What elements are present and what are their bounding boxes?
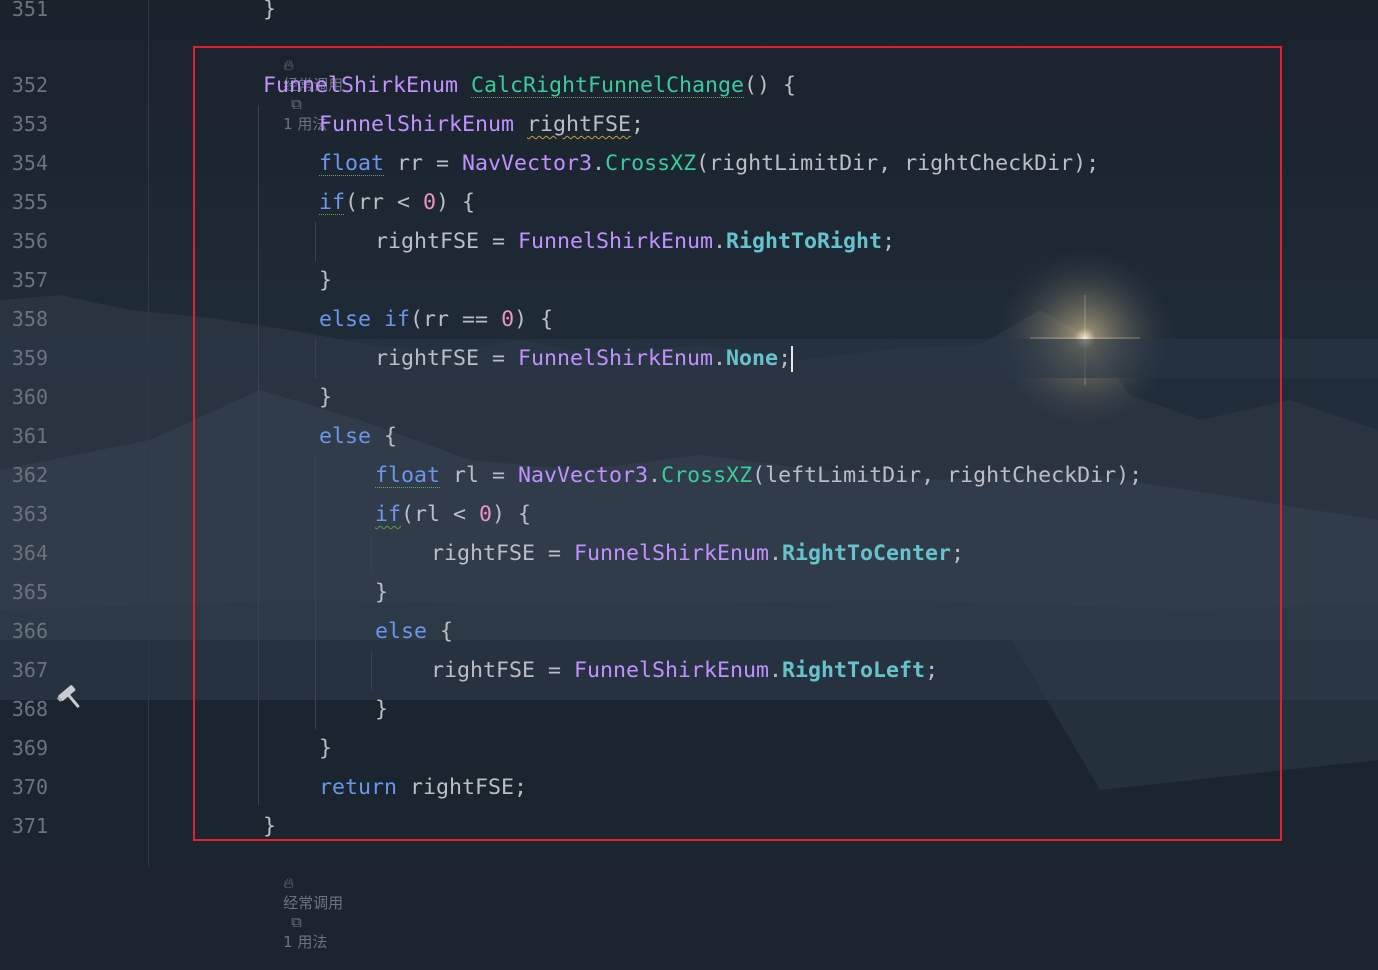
line-number: 361	[11, 424, 48, 448]
code-vision-hint[interactable]: 🔥︎ 经常调用 ⧉ 1 用法	[264, 856, 343, 970]
line-number: 357	[11, 268, 48, 292]
usage-count: 1 用法	[283, 933, 328, 951]
line-number: 356	[11, 229, 48, 253]
link-icon: ⧉	[291, 913, 302, 931]
line-number: 358	[11, 307, 48, 331]
code-line[interactable]: 351 }	[0, 0, 1378, 29]
line-number: 352	[11, 73, 48, 97]
line-number: 370	[11, 775, 48, 799]
line-number: 353	[11, 112, 48, 136]
hint-label: 经常调用	[283, 894, 344, 912]
line-number: 362	[11, 463, 48, 487]
line-number: 354	[11, 151, 48, 175]
line-number: 366	[11, 619, 48, 643]
line-number: 364	[11, 541, 48, 565]
line-number: 369	[11, 736, 48, 760]
line-number: 359	[11, 346, 48, 370]
line-number: 363	[11, 502, 48, 526]
code-text: }	[263, 0, 277, 22]
line-number: 360	[11, 385, 48, 409]
line-number: 367	[11, 658, 48, 682]
line-number: 368	[11, 697, 48, 721]
line-number: 351	[11, 0, 48, 21]
line-number: 371	[11, 814, 48, 838]
line-number: 365	[11, 580, 48, 604]
line-number: 355	[11, 190, 48, 214]
flame-icon: 🔥︎	[283, 874, 295, 892]
highlight-annotation-box	[193, 46, 1282, 841]
